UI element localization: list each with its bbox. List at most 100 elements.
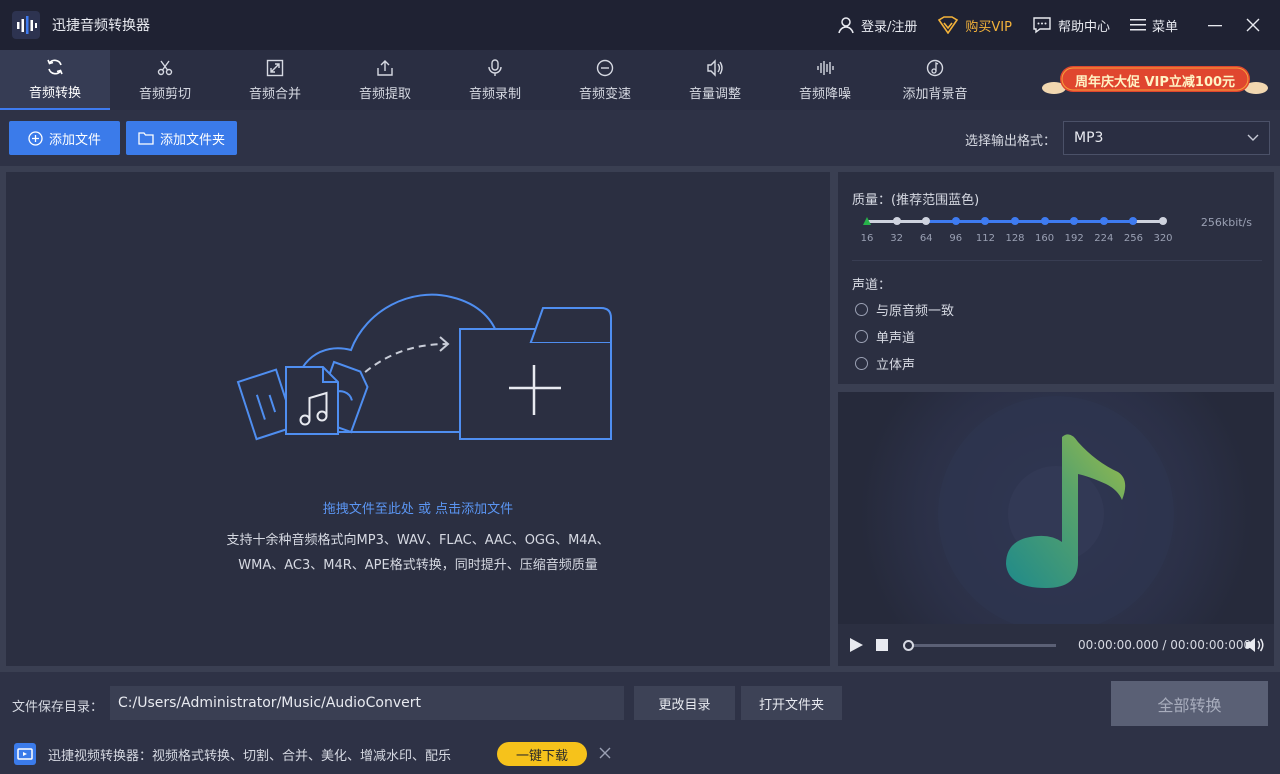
convert-all-button[interactable]: 全部转换	[1111, 681, 1268, 726]
drop-add-file-link[interactable]: 拖拽文件至此处 或 点击添加文件	[6, 498, 830, 517]
description-line: WMA、AC3、M4R、APE格式转换，同时提升、压缩音频质量	[238, 558, 598, 573]
tab-noise-reduction[interactable]: 音频降噪	[770, 50, 880, 110]
speaker-volume-button[interactable]	[1245, 637, 1265, 653]
tab-audio-cut[interactable]: 音频剪切	[110, 50, 220, 110]
quality-option-label: 160	[1035, 233, 1055, 244]
menu-button[interactable]: 菜单	[1129, 16, 1178, 35]
user-icon	[838, 17, 854, 34]
output-format-select[interactable]: MP3	[1063, 121, 1270, 155]
vip-crown-icon	[938, 16, 959, 34]
playback-time: 00:00:00.000 / 00:00:00:000	[1078, 638, 1252, 652]
app-logo-icon	[12, 11, 40, 39]
file-drop-zone[interactable]: 拖拽文件至此处 或 点击添加文件 支持十余种音频格式向MP3、WAV、FLAC、…	[6, 172, 830, 666]
settings-divider	[852, 260, 1262, 261]
promo-text: 周年庆大促 VIP立减100元	[1074, 75, 1236, 90]
plus-circle-icon	[28, 130, 43, 146]
play-button[interactable]	[848, 637, 864, 653]
minimize-icon	[1208, 25, 1222, 27]
volume-icon	[707, 58, 723, 77]
stop-button[interactable]	[874, 637, 890, 653]
close-window-button[interactable]	[1236, 8, 1270, 42]
radio-channel-mono[interactable]: 单声道	[855, 327, 915, 346]
quality-selected-marker[interactable]	[863, 217, 871, 225]
close-icon	[1246, 18, 1260, 32]
quality-option-label: 32	[890, 233, 903, 244]
menu-label: 菜单	[1151, 19, 1178, 35]
login-label: 登录/注册	[861, 19, 918, 35]
quality-option-label: 320	[1153, 233, 1173, 244]
help-label: 帮助中心	[1057, 19, 1110, 35]
help-center-button[interactable]: 帮助中心	[1032, 16, 1110, 35]
supported-formats-description: 支持十余种音频格式向MP3、WAV、FLAC、AAC、OGG、M4A、 WMA、…	[6, 528, 830, 578]
quality-option-dot[interactable]	[951, 217, 960, 225]
folder-icon	[138, 132, 154, 145]
radio-channel-stereo[interactable]: 立体声	[855, 354, 915, 373]
video-converter-app-icon	[14, 743, 36, 765]
quality-option-label: 112	[975, 233, 995, 244]
tab-audio-extract[interactable]: 音频提取	[330, 50, 440, 110]
add-file-button[interactable]: 添加文件	[9, 121, 120, 155]
one-click-download-button[interactable]: 一键下载	[497, 742, 587, 766]
quality-option-dot[interactable]	[892, 217, 901, 225]
output-format-value: MP3	[1074, 130, 1104, 146]
background-music-icon	[926, 59, 944, 76]
tab-label: 音频转换	[28, 85, 81, 101]
tab-label: 音频提取	[358, 86, 411, 102]
tab-audio-convert[interactable]: 音频转换	[0, 50, 110, 110]
channel-label: 声道：	[852, 278, 892, 293]
minimize-button[interactable]	[1198, 8, 1232, 42]
tab-add-background-music[interactable]: 添加背景音	[880, 50, 990, 110]
seek-handle[interactable]	[903, 640, 914, 651]
vip-label: 购买VIP	[965, 19, 1012, 35]
buy-vip-button[interactable]: 购买VIP	[937, 16, 1012, 35]
microphone-icon	[488, 58, 502, 76]
ad-text: 迅捷视频转换器：视频格式转换、切割、合并、美化、增减水印、配乐	[48, 749, 452, 764]
title-bar: 迅捷音频转换器 登录/注册 购买VIP 帮助中心 菜单	[0, 0, 1280, 50]
tab-label: 添加背景音	[902, 86, 968, 102]
tab-audio-speed[interactable]: 音频变速	[550, 50, 660, 110]
promo-banner[interactable]: 周年庆大促 VIP立减100元	[1042, 62, 1268, 98]
quality-option-dot[interactable]	[1040, 217, 1049, 225]
tab-volume-adjust[interactable]: 音量调整	[660, 50, 770, 110]
tab-label: 音量调整	[688, 86, 741, 102]
drop-files-illustration	[236, 293, 612, 441]
quality-option-label: 256	[1123, 233, 1143, 244]
quality-option-dot[interactable]	[1011, 217, 1019, 225]
scissors-icon	[157, 60, 173, 75]
music-note-artwork	[860, 392, 1252, 666]
radio-channel-original[interactable]: 与原音频一致	[855, 300, 954, 319]
output-format-label: 选择输出格式：	[964, 134, 1056, 149]
refresh-icon	[47, 59, 63, 74]
tab-label: 音频录制	[468, 86, 521, 102]
radio-circle	[855, 357, 868, 370]
feature-toolbar: 音频转换 音频剪切 音频合并 音频提取 音频录制 音频变速 音量调整 音频降噪 …	[0, 50, 1280, 110]
change-directory-button[interactable]: 更改目录	[634, 686, 735, 720]
close-ad-icon[interactable]	[598, 746, 612, 760]
login-button[interactable]: 登录/注册	[837, 16, 917, 35]
app-title: 迅捷音频转换器	[52, 18, 150, 34]
tab-label: 音频剪切	[138, 86, 191, 102]
speed-icon	[596, 59, 614, 76]
seek-bar[interactable]	[906, 644, 1056, 647]
quality-option-dot[interactable]	[1159, 217, 1167, 225]
quality-option-dot[interactable]	[1099, 217, 1108, 225]
waveform-icon	[817, 60, 834, 75]
hamburger-icon	[1129, 19, 1146, 31]
description-line: 支持十余种音频格式向MP3、WAV、FLAC、AAC、OGG、M4A、	[226, 533, 610, 548]
quality-option-label: 128	[1005, 233, 1025, 244]
quality-option-label: 16	[860, 233, 874, 244]
save-directory-label: 文件保存目录：	[12, 700, 104, 715]
save-directory-input[interactable]: C:/Users/Administrator/Music/AudioConver…	[110, 686, 624, 720]
quality-option-label: 96	[949, 233, 963, 244]
tab-audio-merge[interactable]: 音频合并	[220, 50, 330, 110]
tab-audio-record[interactable]: 音频录制	[440, 50, 550, 110]
bitrate-readout: 256kbit/s	[1200, 216, 1252, 229]
open-folder-button[interactable]: 打开文件夹	[741, 686, 842, 720]
merge-icon	[266, 59, 284, 76]
tab-label: 音频降噪	[798, 86, 851, 102]
chevron-down-icon	[1247, 134, 1259, 141]
radio-label: 单声道	[876, 331, 916, 346]
tab-label: 音频合并	[248, 86, 301, 102]
extract-icon	[377, 59, 393, 76]
add-folder-button[interactable]: 添加文件夹	[126, 121, 237, 155]
